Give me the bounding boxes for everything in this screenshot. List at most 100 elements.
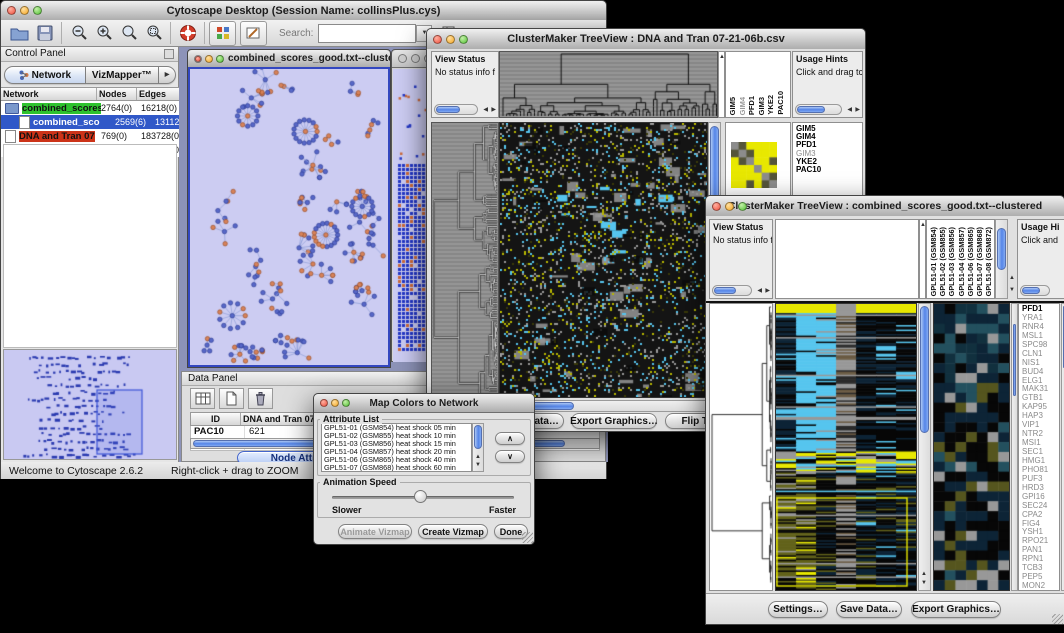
treeview1-view-status-panel: View Status No status info f ◀ ▶ <box>431 51 499 118</box>
usage-hints-hscrollbar[interactable] <box>795 104 842 115</box>
treeview2-vscrollbar[interactable]: ▲ ▼ <box>918 303 931 591</box>
attribute-listbox[interactable]: GPL51-01 (GSM854) heat shock 05 minGPL51… <box>321 423 472 472</box>
export-graphics-button[interactable]: Export Graphics… <box>911 601 1001 618</box>
delete-attribute-trash-icon[interactable] <box>248 388 273 409</box>
minimize-button[interactable] <box>411 54 420 63</box>
minimize-button[interactable] <box>331 399 339 407</box>
minimize-button[interactable] <box>205 55 213 63</box>
minimize-button[interactable] <box>725 202 734 211</box>
scroll-down-icon[interactable]: ▼ <box>921 579 927 587</box>
network-1-title-bar[interactable]: combined_scores_good.txt--cluste… <box>188 50 390 68</box>
attribute-list-item[interactable]: GPL51-07 (GSM868) heat shock 60 min <box>322 464 471 472</box>
treeview1-column-dendrogram-canvas[interactable] <box>500 52 717 117</box>
scroll-left-icon[interactable]: ◀ <box>847 106 852 114</box>
zoom-in-icon[interactable] <box>91 22 116 45</box>
zoom-button[interactable] <box>459 35 468 44</box>
treeview2-zoom-vscrollbar[interactable] <box>1011 303 1018 591</box>
treeview2-title-bar[interactable]: ClusterMaker TreeView : combined_scores_… <box>706 196 1064 217</box>
close-button[interactable] <box>433 35 442 44</box>
resize-grip[interactable] <box>522 532 533 543</box>
float-panel-icon[interactable] <box>164 49 174 59</box>
tab-vizmapper[interactable]: VizMapper™ <box>86 66 159 84</box>
dialog-title-bar[interactable]: Map Colors to Network <box>314 394 534 413</box>
view-status-hscrollbar[interactable] <box>712 285 752 296</box>
close-button[interactable] <box>7 6 16 15</box>
treeview1-row-dendrogram[interactable] <box>431 122 499 398</box>
resize-grip[interactable] <box>1052 614 1063 624</box>
attribute-list-vscrollbar[interactable]: ▲ ▼ <box>472 423 484 472</box>
tab-overflow-arrow[interactable]: ▶ <box>159 66 176 84</box>
zoom-button[interactable] <box>216 55 224 63</box>
treeview2-zoom-heatmap-canvas[interactable] <box>934 304 1009 590</box>
settings-button[interactable]: Settings… <box>768 601 828 618</box>
usage-hints-hscrollbar[interactable] <box>1020 285 1050 296</box>
treeview2-row-dendrogram[interactable] <box>709 303 773 591</box>
treeview1-column-dendrogram[interactable] <box>499 51 718 118</box>
close-button[interactable] <box>712 202 721 211</box>
open-file-icon[interactable] <box>7 22 32 45</box>
zoom-fit-icon[interactable] <box>141 22 166 45</box>
close-button[interactable] <box>320 399 328 407</box>
minimize-button[interactable] <box>446 35 455 44</box>
treeview1-zoom-heatmap-canvas[interactable] <box>731 142 777 188</box>
save-icon[interactable] <box>32 22 57 45</box>
speed-slider-thumb[interactable] <box>414 490 427 503</box>
close-button[interactable] <box>398 54 407 63</box>
treeview1-title-bar[interactable]: ClusterMaker TreeView : DNA and Tran 07-… <box>427 29 865 50</box>
help-lifesaver-icon[interactable] <box>175 22 200 45</box>
tab-network[interactable]: Network <box>4 66 86 84</box>
vizmapper-icon[interactable] <box>209 21 236 46</box>
select-attributes-icon[interactable] <box>190 388 215 409</box>
treeview2-dendrogram-scroll-strip[interactable]: ▲ <box>919 219 926 299</box>
treeview2-vscroll-thumb[interactable] <box>920 306 929 433</box>
annotation-icon[interactable] <box>240 21 267 46</box>
zoom-selected-icon[interactable] <box>116 22 141 45</box>
scroll-up-icon[interactable]: ▲ <box>1009 274 1015 282</box>
network-1-canvas[interactable] <box>190 69 388 365</box>
treeview1-dendrogram-scroll-strip[interactable]: ▲ <box>718 51 725 118</box>
new-attribute-icon[interactable] <box>219 388 244 409</box>
treeview1-row-dendrogram-canvas[interactable] <box>432 123 498 397</box>
network-overview-panel[interactable] <box>3 349 177 460</box>
treeview2-zoom-heatmap[interactable] <box>933 303 1010 591</box>
treeview1-heatmap[interactable] <box>499 122 708 398</box>
move-up-button[interactable]: ∧ <box>495 432 525 445</box>
treeview1-heatmap-canvas[interactable] <box>500 123 707 397</box>
network-table-header[interactable]: Network Nodes Edges <box>1 87 179 101</box>
main-title-bar[interactable]: Cytoscape Desktop (Session Name: collins… <box>1 1 606 21</box>
network-overview-canvas[interactable] <box>4 350 176 459</box>
scroll-down-icon[interactable]: ▼ <box>1009 286 1015 294</box>
network-table-row[interactable]: combined_scores 2764(0) 16218(0) <box>1 101 179 115</box>
zoom-button[interactable] <box>738 202 747 211</box>
move-down-button[interactable]: ∨ <box>495 450 525 463</box>
scroll-down-icon[interactable]: ▼ <box>475 461 481 469</box>
scroll-right-icon[interactable]: ▶ <box>855 106 860 114</box>
treeview2-heatmap-canvas[interactable] <box>776 304 916 590</box>
attribute-list-vscroll-thumb[interactable] <box>474 425 482 449</box>
scroll-left-icon[interactable]: ◀ <box>757 287 762 295</box>
minimize-button[interactable] <box>20 6 29 15</box>
animate-vizmap-button[interactable]: Animate Vizmap <box>338 524 412 539</box>
scroll-up-icon[interactable]: ▲ <box>921 570 927 578</box>
close-button[interactable] <box>194 55 202 63</box>
zoom-button[interactable] <box>342 399 350 407</box>
network-table-row[interactable]: combined_sco 2569(6) 13112(15) <box>1 115 179 129</box>
zoom-button[interactable] <box>33 6 42 15</box>
export-graphics-button[interactable]: Export Graphics… <box>571 413 657 429</box>
treeview2-row-dendrogram-canvas[interactable] <box>710 304 772 590</box>
search-input[interactable] <box>318 24 416 43</box>
scroll-right-icon[interactable]: ▶ <box>491 106 496 114</box>
control-panel: Control Panel Network VizMapper™ ▶ Netwo… <box>1 47 179 462</box>
scroll-left-icon[interactable]: ◀ <box>483 106 488 114</box>
view-status-hscrollbar[interactable] <box>434 104 478 115</box>
save-data-button[interactable]: Save Data… <box>836 601 902 618</box>
zoom-out-icon[interactable] <box>66 22 91 45</box>
treeview2-column-dendrogram[interactable] <box>775 219 919 299</box>
labels-vscroll-thumb[interactable] <box>997 228 1006 270</box>
treeview2-labels-vscrollbar[interactable] <box>995 219 1008 299</box>
scroll-right-icon[interactable]: ▶ <box>765 287 770 295</box>
scroll-up-icon[interactable]: ▲ <box>475 453 481 461</box>
network-table-row[interactable]: DNA and Tran 07 769(0) 183728(0) <box>1 129 179 143</box>
treeview2-heatmap[interactable] <box>775 303 917 591</box>
create-vizmap-button[interactable]: Create Vizmap <box>418 524 488 539</box>
